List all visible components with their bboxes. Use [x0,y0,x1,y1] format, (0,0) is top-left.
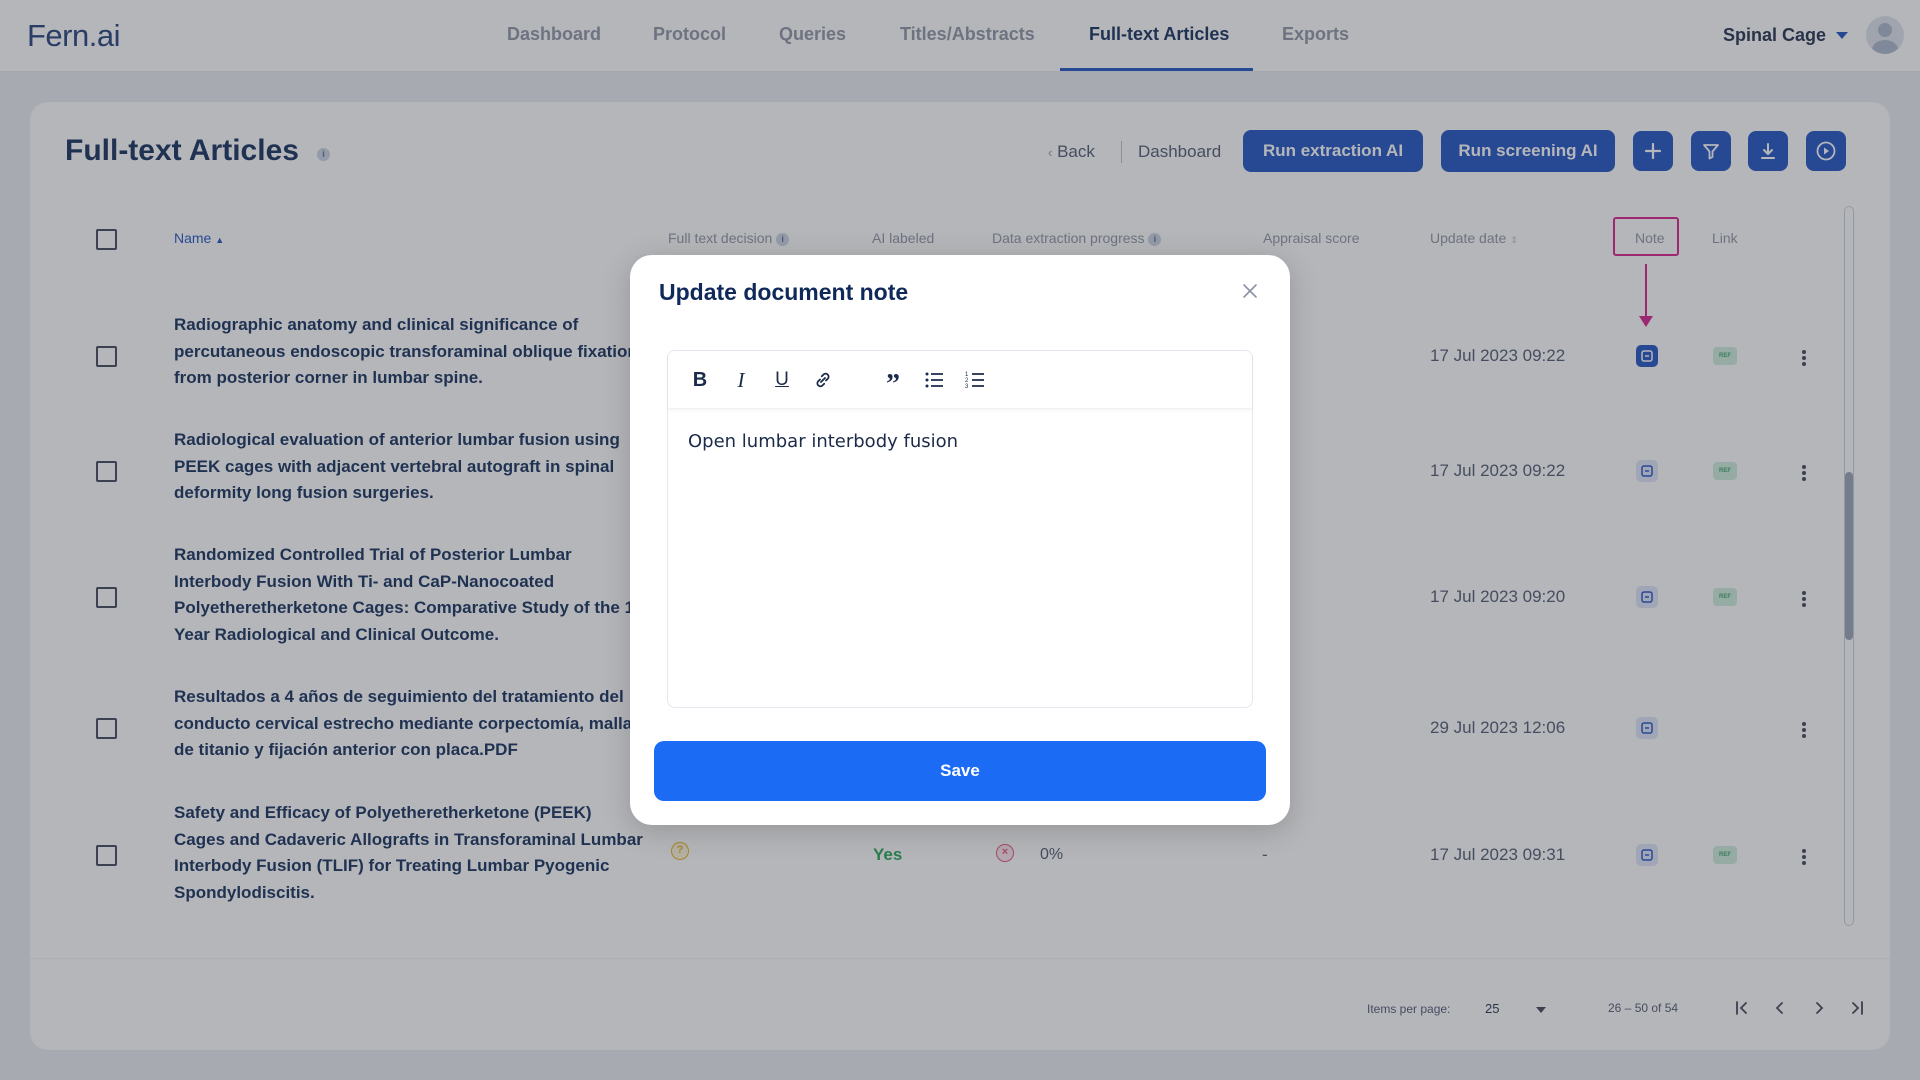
numbered-list-button[interactable]: 123 [963,368,987,392]
dialog-title: Update document note [659,279,909,305]
underline-button[interactable]: U [770,368,794,392]
update-note-dialog: Update document note B I U ” 123 Open lu… [630,255,1290,825]
close-button[interactable] [1240,281,1260,301]
link-button[interactable] [811,368,835,392]
bold-button[interactable]: B [688,368,712,392]
editor-toolbar: B I U ” 123 [668,351,1252,409]
save-button[interactable]: Save [654,741,1266,801]
note-text[interactable]: Open lumbar interbody fusion [688,431,958,452]
numbered-list-icon: 123 [965,372,984,390]
note-editor[interactable]: B I U ” 123 Open lumbar interbody fusion [667,350,1253,708]
blockquote-button[interactable]: ” [881,369,905,400]
bullet-list-button[interactable] [922,368,946,392]
svg-text:3: 3 [965,384,969,390]
link-icon [816,372,830,388]
italic-button[interactable]: I [729,368,753,392]
close-icon [1243,284,1257,298]
bullet-list-icon [925,372,943,388]
